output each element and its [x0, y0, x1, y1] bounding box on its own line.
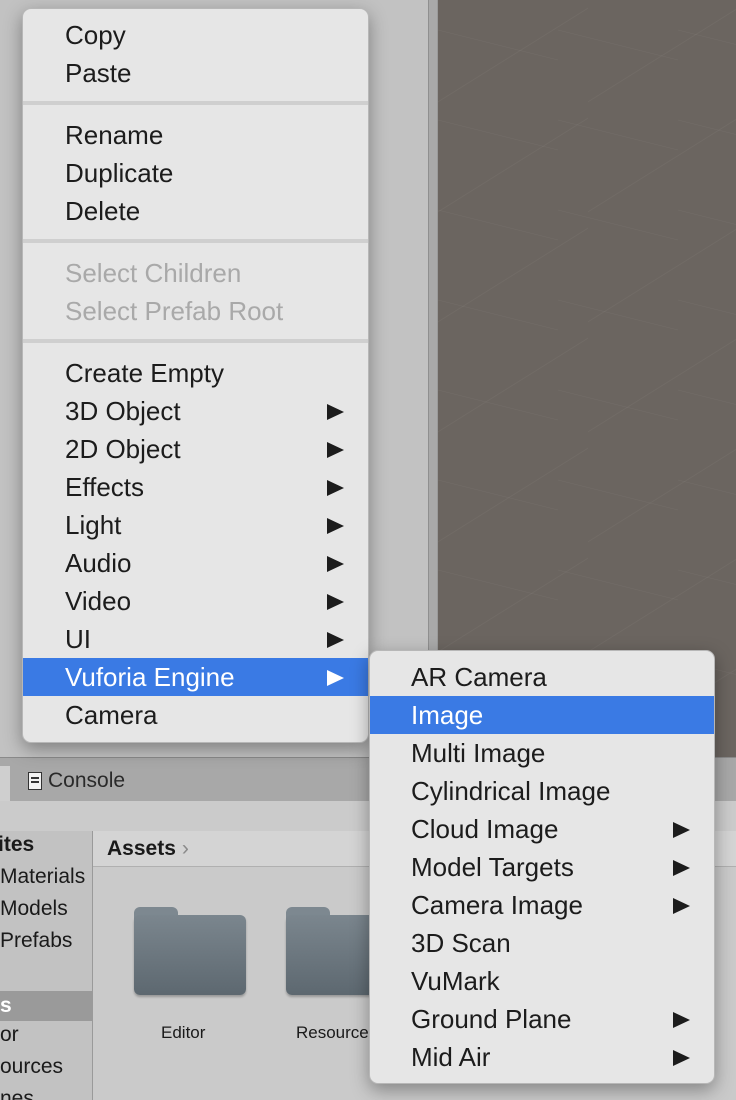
submenu-item-3d-scan[interactable]: 3D Scan	[370, 924, 714, 962]
submenu-item-ar-camera[interactable]: AR Camera	[370, 658, 714, 696]
menu-item-label: Effects	[65, 472, 145, 502]
menu-item-label: UI	[65, 624, 91, 654]
project-tab[interactable]	[0, 766, 10, 802]
menu-item-delete[interactable]: Delete	[23, 192, 368, 230]
submenu-item-vumark[interactable]: VuMark	[370, 962, 714, 1000]
tree-item-models[interactable]: Models	[0, 897, 68, 921]
tree-item-prefabs[interactable]: Prefabs	[0, 929, 72, 953]
menu-separator	[23, 92, 368, 116]
menu-item-label: Audio	[65, 548, 132, 578]
tree-favorites-label: ites	[0, 833, 35, 856]
submenu-arrow-icon	[327, 632, 344, 648]
folder-label-resources[interactable]: Resource	[296, 1023, 369, 1043]
menu-item-label: Cloud Image	[411, 814, 559, 844]
submenu-item-camera-image[interactable]: Camera Image	[370, 886, 714, 924]
context-menu: Copy Paste Rename Duplicate Delete Selec…	[22, 8, 369, 743]
submenu-arrow-icon	[327, 670, 344, 686]
menu-item-label: 2D Object	[65, 434, 181, 464]
console-icon	[28, 772, 42, 790]
vuforia-submenu: AR Camera Image Multi Image Cylindrical …	[369, 650, 715, 1084]
menu-item-rename[interactable]: Rename	[23, 116, 368, 154]
panel-splitter[interactable]	[428, 0, 438, 757]
menu-item-label: 3D Scan	[411, 928, 511, 958]
menu-item-ui[interactable]: UI	[23, 620, 368, 658]
menu-item-vuforia-engine[interactable]: Vuforia Engine	[23, 658, 368, 696]
tree-item-materials[interactable]: Materials	[0, 865, 85, 889]
submenu-item-mid-air[interactable]: Mid Air	[370, 1038, 714, 1076]
menu-item-paste[interactable]: Paste	[23, 54, 368, 92]
submenu-arrow-icon	[673, 860, 690, 876]
menu-item-3d-object[interactable]: 3D Object	[23, 392, 368, 430]
menu-item-audio[interactable]: Audio	[23, 544, 368, 582]
menu-item-copy[interactable]: Copy	[23, 16, 368, 54]
console-tab[interactable]: Console	[28, 766, 125, 796]
submenu-item-cloud-image[interactable]: Cloud Image	[370, 810, 714, 848]
menu-separator	[23, 330, 368, 354]
menu-item-label: Vuforia Engine	[65, 662, 235, 692]
menu-item-label: Multi Image	[411, 738, 546, 768]
submenu-item-ground-plane[interactable]: Ground Plane	[370, 1000, 714, 1038]
chevron-right-icon: ›	[181, 836, 189, 860]
menu-item-light[interactable]: Light	[23, 506, 368, 544]
menu-item-label: AR Camera	[411, 662, 547, 692]
submenu-item-multi-image[interactable]: Multi Image	[370, 734, 714, 772]
submenu-arrow-icon	[327, 480, 344, 496]
menu-item-label: Camera Image	[411, 890, 583, 920]
submenu-arrow-icon	[327, 442, 344, 458]
submenu-item-model-targets[interactable]: Model Targets	[370, 848, 714, 886]
breadcrumb-assets[interactable]: Assets	[107, 837, 176, 861]
tree-item-resources[interactable]: ources	[0, 1055, 63, 1079]
menu-item-create-empty[interactable]: Create Empty	[23, 354, 368, 392]
menu-item-label: 3D Object	[65, 396, 181, 426]
menu-item-effects[interactable]: Effects	[23, 468, 368, 506]
submenu-arrow-icon	[327, 518, 344, 534]
menu-item-label: Light	[65, 510, 122, 540]
submenu-item-cylindrical-image[interactable]: Cylindrical Image	[370, 772, 714, 810]
folder-label-editor[interactable]: Editor	[161, 1023, 205, 1043]
menu-item-label: Ground Plane	[411, 1004, 572, 1034]
menu-item-label: Mid Air	[411, 1042, 491, 1072]
submenu-item-image[interactable]: Image	[370, 696, 714, 734]
menu-item-label: VuMark	[411, 966, 500, 996]
menu-item-label: Camera	[65, 700, 158, 730]
submenu-arrow-icon	[673, 898, 690, 914]
menu-item-camera[interactable]: Camera	[23, 696, 368, 734]
submenu-arrow-icon	[673, 1050, 690, 1066]
submenu-arrow-icon	[327, 594, 344, 610]
menu-separator	[23, 230, 368, 254]
tree-item-scenes[interactable]: nes	[0, 1087, 34, 1100]
menu-item-label: Model Targets	[411, 852, 574, 882]
menu-item-label: Cylindrical Image	[411, 776, 611, 806]
submenu-arrow-icon	[673, 822, 690, 838]
tree-item-editor[interactable]: or	[0, 1023, 19, 1047]
submenu-arrow-icon	[673, 1012, 690, 1028]
menu-item-2d-object[interactable]: 2D Object	[23, 430, 368, 468]
console-tab-label: Console	[48, 769, 126, 792]
menu-item-label: Image	[411, 700, 484, 730]
menu-item-label: Create Empty	[65, 358, 224, 388]
menu-item-duplicate[interactable]: Duplicate	[23, 154, 368, 192]
scene-view[interactable]	[438, 0, 736, 757]
menu-item-label: Video	[65, 586, 132, 616]
menu-item-video[interactable]: Video	[23, 582, 368, 620]
folder-icon[interactable]	[134, 907, 246, 995]
submenu-arrow-icon	[327, 556, 344, 572]
menu-item-select-prefab-root: Select Prefab Root	[65, 296, 284, 326]
menu-item-select-children: Select Children	[65, 258, 242, 288]
submenu-arrow-icon	[327, 404, 344, 420]
tree-item-assets[interactable]: s	[0, 991, 92, 1021]
project-folder-tree: ites Materials Models Prefabs s or ource…	[0, 831, 93, 1100]
